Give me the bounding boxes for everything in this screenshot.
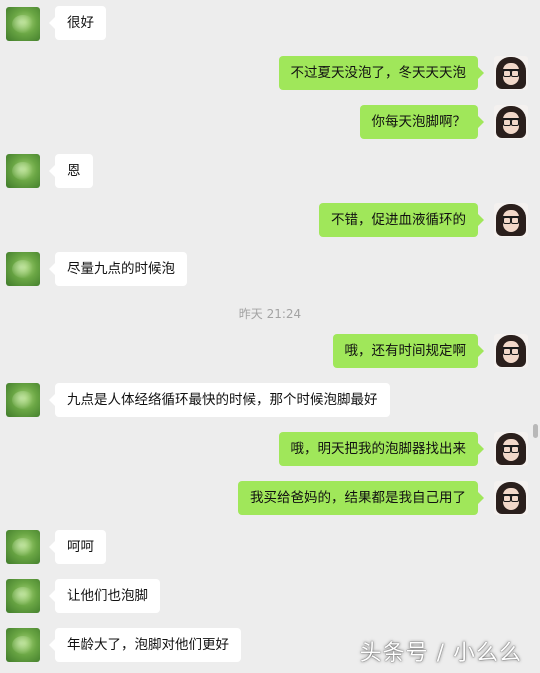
message-bubble-incoming[interactable]: 尽量九点的时候泡 [49, 252, 187, 286]
contact-avatar[interactable] [6, 628, 40, 662]
self-avatar[interactable] [494, 432, 528, 466]
message-bubble-incoming[interactable]: 年龄大了，泡脚对他们更好 [49, 628, 241, 662]
message-bubble-outgoing[interactable]: 不错，促进血液循环的 [319, 203, 484, 237]
scrollbar-thumb[interactable] [533, 424, 538, 438]
self-avatar[interactable] [494, 334, 528, 368]
message-bubble-incoming[interactable]: 九点是人体经络循环最快的时候，那个时候泡脚最好 [49, 383, 390, 417]
contact-avatar[interactable] [6, 579, 40, 613]
contact-avatar[interactable] [6, 383, 40, 417]
message-bubble-incoming[interactable]: 恩 [49, 154, 93, 188]
message-bubble-outgoing[interactable]: 我买给爸妈的，结果都是我自己用了 [238, 481, 484, 515]
message-bubble-incoming[interactable]: 呵呵 [49, 530, 106, 564]
message-bubble-incoming[interactable]: 很好 [49, 6, 106, 40]
self-avatar[interactable] [494, 56, 528, 90]
message-bubble-outgoing[interactable]: 哦，还有时间规定啊 [332, 334, 484, 368]
contact-avatar[interactable] [6, 154, 40, 188]
chat-timestamp: 昨天 21:24 [238, 307, 302, 321]
contact-avatar[interactable] [6, 252, 40, 286]
message-bubble-outgoing[interactable]: 你每天泡脚啊？ [359, 105, 484, 139]
message-bubble-incoming[interactable]: 让他们也泡脚 [49, 579, 160, 613]
contact-avatar[interactable] [6, 7, 40, 41]
self-avatar[interactable] [494, 481, 528, 515]
message-bubble-outgoing[interactable]: 哦，明天把我的泡脚器找出来 [278, 432, 484, 466]
contact-avatar[interactable] [6, 530, 40, 564]
message-bubble-outgoing[interactable]: 不过夏天没泡了，冬天天天泡 [278, 56, 484, 90]
self-avatar[interactable] [494, 203, 528, 237]
watermark-text: 头条号 / 小么么 [359, 641, 522, 666]
self-avatar[interactable] [494, 105, 528, 139]
